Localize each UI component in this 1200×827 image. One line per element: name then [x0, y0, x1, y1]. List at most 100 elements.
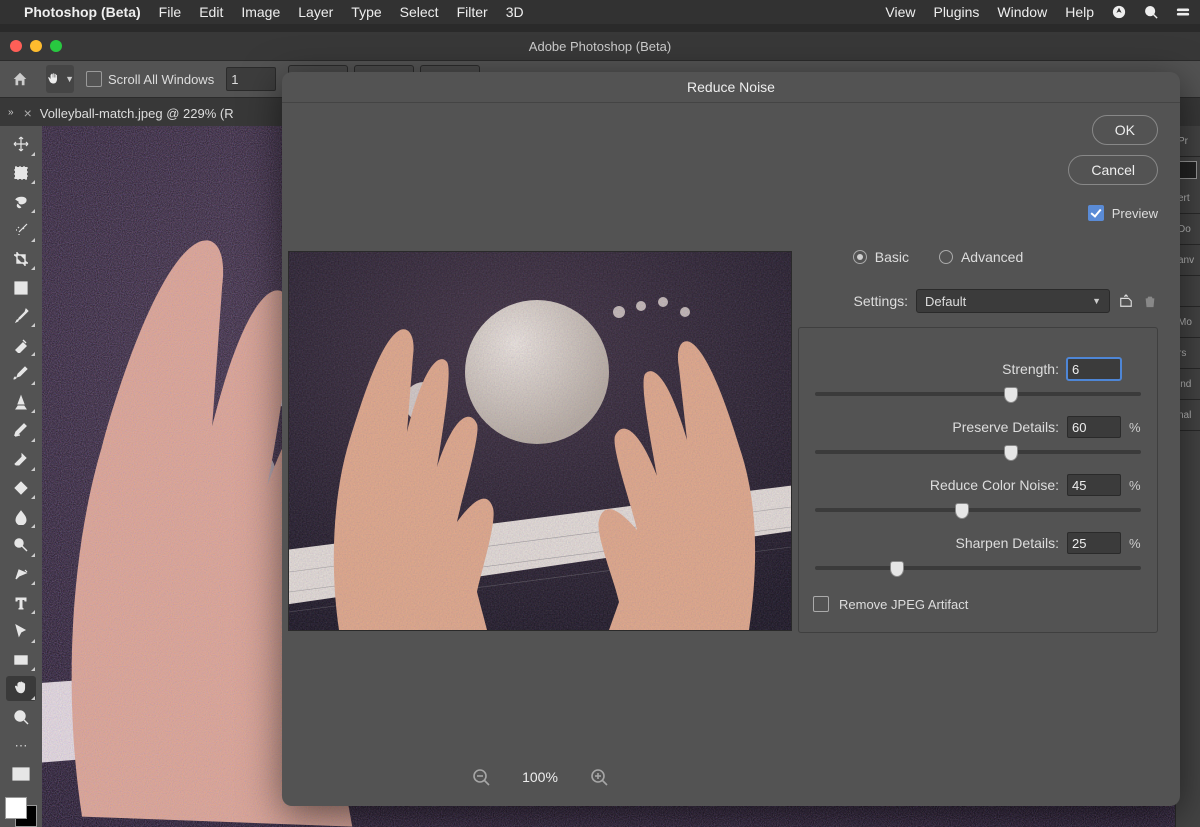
strength-label: Strength: — [1002, 361, 1059, 377]
eraser-tool[interactable] — [6, 447, 36, 472]
app-menus: File Edit Image Layer Type Select Filter… — [159, 4, 524, 20]
mode-radio-group: Basic Advanced — [853, 249, 1024, 265]
history-brush-tool[interactable] — [6, 418, 36, 443]
dialog-preview-image[interactable] — [288, 251, 792, 631]
dialog-controls-panel: OK Cancel Preview Basic Advanced Setting… — [798, 103, 1180, 806]
foreground-color-swatch[interactable] — [5, 797, 27, 819]
preview-checkbox-label: Preview — [1112, 206, 1158, 221]
zoom-in-icon[interactable] — [590, 768, 608, 786]
reduce-color-noise-unit: % — [1129, 478, 1143, 493]
hand-tool[interactable] — [6, 676, 36, 701]
mode-basic-radio[interactable]: Basic — [853, 249, 909, 265]
preview-zoom-controls: 100% — [472, 768, 608, 786]
move-tool[interactable] — [6, 132, 36, 157]
strength-value-field[interactable]: 6 — [1067, 358, 1121, 380]
control-center-icon[interactable] — [1176, 5, 1190, 19]
strength-slider-thumb[interactable] — [1004, 387, 1018, 403]
reduce-color-noise-value-field[interactable]: 45 — [1067, 474, 1121, 496]
menu-edit[interactable]: Edit — [199, 4, 223, 20]
remove-jpeg-artifact-box[interactable] — [813, 596, 829, 612]
brush-tool[interactable] — [6, 361, 36, 386]
dialog-preview-panel: 100% — [282, 103, 798, 806]
mode-basic-label: Basic — [875, 249, 909, 265]
sharpen-details-slider[interactable] — [815, 566, 1141, 570]
rectangle-tool[interactable] — [6, 648, 36, 673]
zoom-tool[interactable] — [6, 705, 36, 730]
pen-tool[interactable] — [6, 562, 36, 587]
chevron-down-icon: ▼ — [65, 74, 74, 84]
eyedropper-tool[interactable] — [6, 304, 36, 329]
preserve-details-slider[interactable] — [815, 450, 1141, 454]
options-zoom-field[interactable]: 1 — [226, 67, 276, 91]
tab-close-icon[interactable]: × — [24, 105, 32, 121]
sharpen-details-value-field[interactable]: 25 — [1067, 532, 1121, 554]
settings-dropdown[interactable]: Default ▼ — [916, 289, 1110, 313]
window-title: Adobe Photoshop (Beta) — [0, 39, 1200, 54]
sharpen-details-slider-block: Sharpen Details: 25 % — [813, 532, 1143, 570]
menu-filter[interactable]: Filter — [457, 4, 488, 20]
menu-image[interactable]: Image — [241, 4, 280, 20]
chevron-down-icon: ▼ — [1092, 296, 1101, 306]
ok-button[interactable]: OK — [1092, 115, 1158, 145]
type-tool[interactable] — [6, 590, 36, 615]
save-preset-icon[interactable] — [1118, 293, 1134, 309]
blur-tool[interactable] — [6, 504, 36, 529]
location-icon[interactable] — [1112, 5, 1126, 19]
strength-slider-block: Strength: 6 — [813, 358, 1143, 396]
reduce-color-noise-slider-thumb[interactable] — [955, 503, 969, 519]
lasso-tool[interactable] — [6, 189, 36, 214]
macos-menubar: Photoshop (Beta) File Edit Image Layer T… — [0, 0, 1200, 24]
menu-window[interactable]: Window — [997, 4, 1047, 20]
reduce-noise-dialog: Reduce Noise — [282, 72, 1180, 806]
wand-tool[interactable] — [6, 218, 36, 243]
dodge-tool[interactable] — [6, 533, 36, 558]
app-name[interactable]: Photoshop (Beta) — [24, 4, 141, 20]
sharpen-details-label: Sharpen Details: — [955, 535, 1059, 551]
sharpen-details-slider-thumb[interactable] — [890, 561, 904, 577]
home-button[interactable] — [6, 65, 34, 93]
preserve-details-slider-block: Preserve Details: 60 % — [813, 416, 1143, 454]
menu-select[interactable]: Select — [400, 4, 439, 20]
crop-tool[interactable] — [6, 247, 36, 272]
path-selection-tool[interactable] — [6, 619, 36, 644]
scroll-all-windows-label: Scroll All Windows — [108, 72, 214, 87]
document-tab-label: Volleyball-match.jpeg @ 229% (R — [40, 106, 234, 121]
search-icon[interactable] — [1144, 5, 1158, 19]
marquee-tool[interactable] — [6, 161, 36, 186]
mode-advanced-radio[interactable]: Advanced — [939, 249, 1023, 265]
slider-panel: Strength: 6 Preserve Details: 60 % — [798, 327, 1158, 633]
menu-view[interactable]: View — [885, 4, 915, 20]
clone-stamp-tool[interactable] — [6, 390, 36, 415]
menu-layer[interactable]: Layer — [298, 4, 333, 20]
mode-advanced-label: Advanced — [961, 249, 1023, 265]
cancel-button[interactable]: Cancel — [1068, 155, 1158, 185]
strength-slider[interactable] — [815, 392, 1141, 396]
panel-color-mini[interactable] — [1179, 161, 1197, 179]
preserve-details-slider-thumb[interactable] — [1004, 445, 1018, 461]
healing-brush-tool[interactable] — [6, 332, 36, 357]
menu-3d[interactable]: 3D — [506, 4, 524, 20]
document-tab[interactable]: × Volleyball-match.jpeg @ 229% (R — [24, 105, 234, 121]
frame-tool[interactable] — [6, 275, 36, 300]
menu-plugins[interactable]: Plugins — [933, 4, 979, 20]
zoom-out-icon[interactable] — [472, 768, 490, 786]
reduce-color-noise-slider[interactable] — [815, 508, 1141, 512]
menu-help[interactable]: Help — [1065, 4, 1094, 20]
preserve-details-value-field[interactable]: 60 — [1067, 416, 1121, 438]
preview-checkbox-box[interactable] — [1088, 205, 1104, 221]
remove-jpeg-artifact-checkbox[interactable]: Remove JPEG Artifact — [813, 596, 1143, 612]
quick-mask-toggle[interactable] — [6, 762, 36, 787]
preserve-details-unit: % — [1129, 420, 1143, 435]
settings-label: Settings: — [854, 293, 908, 309]
current-tool-indicator[interactable]: ▼ — [46, 65, 74, 93]
edit-toolbar-button[interactable]: ⋯ — [6, 733, 36, 758]
settings-value: Default — [925, 294, 966, 309]
color-swatches[interactable] — [5, 797, 37, 827]
scroll-all-windows-checkbox[interactable]: Scroll All Windows — [86, 71, 214, 87]
tab-overflow-icon[interactable]: » — [8, 108, 14, 118]
menu-type[interactable]: Type — [351, 4, 381, 20]
preview-zoom-value: 100% — [522, 769, 558, 785]
preview-checkbox[interactable]: Preview — [1088, 205, 1158, 221]
gradient-tool[interactable] — [6, 476, 36, 501]
menu-file[interactable]: File — [159, 4, 182, 20]
